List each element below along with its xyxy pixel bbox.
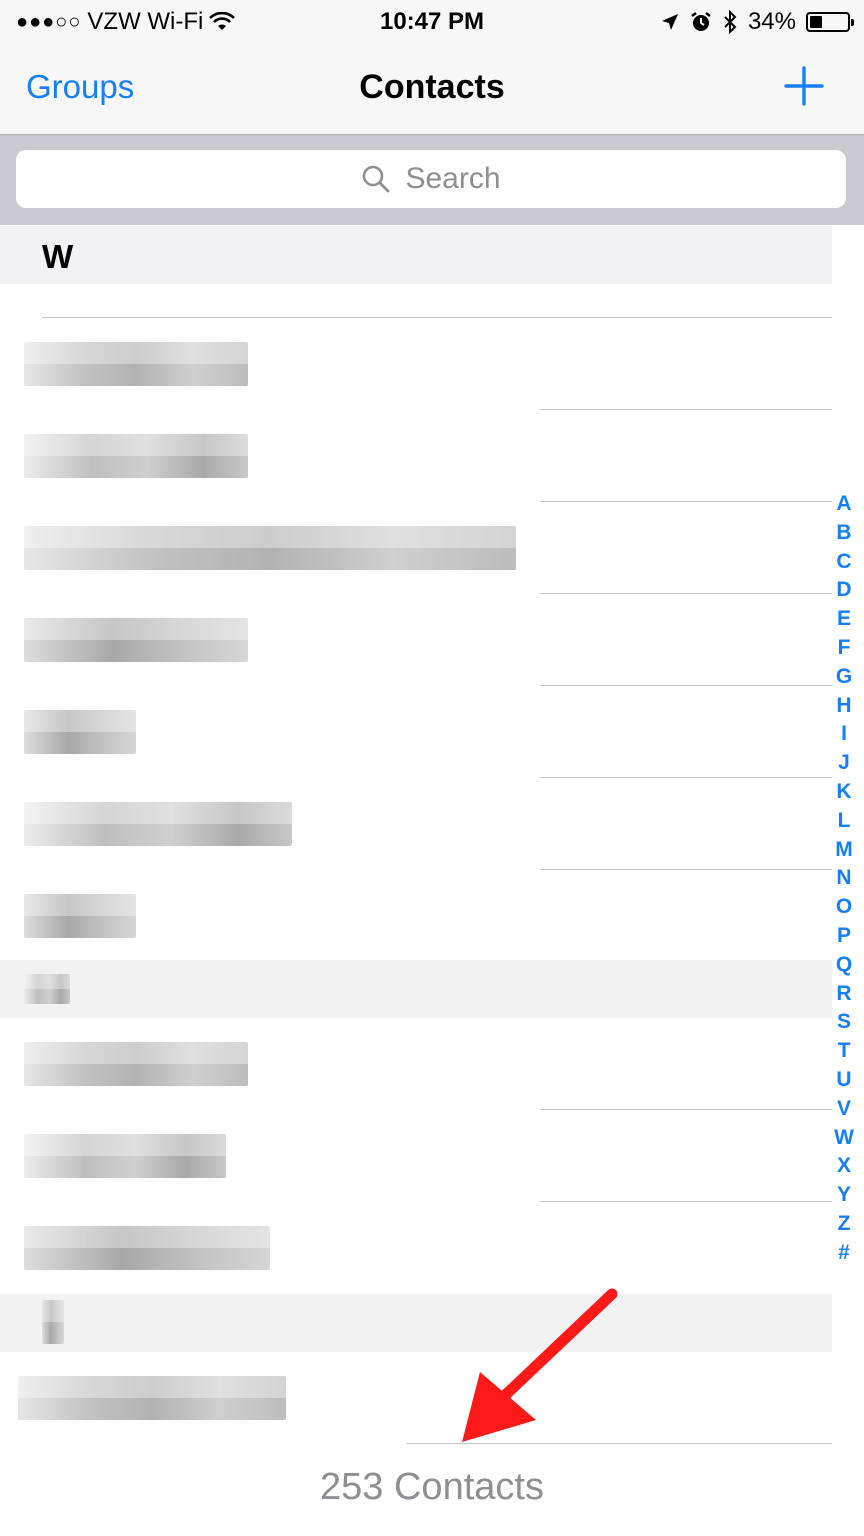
redacted-name [24,1226,270,1270]
list-item[interactable] [0,960,832,1018]
index-letter[interactable]: G [836,663,852,692]
battery-percent: 34% [747,8,796,35]
redacted-name [24,974,70,1004]
redacted-name [24,434,248,478]
index-letter[interactable]: R [836,980,851,1009]
redacted-name [24,710,136,754]
index-letter[interactable]: I [841,720,847,749]
index-letter[interactable]: # [838,1239,850,1268]
redacted-name [24,1134,226,1178]
index-letter[interactable]: H [836,692,851,721]
index-letter[interactable]: U [836,1066,851,1095]
index-letter[interactable]: E [837,605,851,634]
list-item[interactable] [0,870,832,962]
redacted-name [24,1042,248,1086]
index-letter[interactable]: O [836,893,852,922]
list-item[interactable] [0,1202,832,1294]
index-letter[interactable]: C [836,548,851,577]
page-title: Contacts [359,68,505,106]
list-item[interactable] [0,502,832,594]
index-letter[interactable]: J [838,749,850,778]
bluetooth-icon [724,10,737,34]
index-letter[interactable]: L [838,807,851,836]
index-letter[interactable]: P [837,922,851,951]
section-letter: W [42,238,74,275]
index-letter[interactable]: X [837,1152,851,1181]
redacted-name [24,894,136,938]
list-item[interactable] [0,318,832,410]
index-letter[interactable]: A [836,490,851,519]
location-icon [661,14,678,30]
redacted-name [24,802,292,846]
list-item[interactable] [0,410,832,502]
section-header: W [0,226,832,284]
index-letter[interactable]: Q [836,951,852,980]
search-placeholder: Search [405,162,501,195]
redacted-name [42,1300,64,1344]
contacts-count: 253 Contacts [320,1466,544,1508]
redacted-name [24,618,248,662]
status-right: 34% [660,8,854,36]
list-item[interactable] [0,1018,832,1110]
index-letter[interactable]: T [838,1037,851,1066]
alarm-icon [691,12,711,31]
list-item[interactable] [0,686,832,778]
index-letter[interactable]: V [837,1095,851,1124]
list-item[interactable] [0,1352,832,1444]
navigation-bar: Groups Contacts [0,44,864,135]
red-arrow-annotation [462,1288,618,1442]
status-bar: ●●●○○ VZW Wi-Fi 10:47 PM 34% [0,0,864,44]
battery-icon [806,12,854,32]
index-letter[interactable]: N [836,864,851,893]
redacted-name [18,1376,286,1420]
list-item[interactable] [0,778,832,870]
index-letter[interactable]: F [838,634,851,663]
search-icon [363,165,390,193]
alphabet-index[interactable]: A B C D E F G H I J K L M N O P Q R S T … [830,490,858,1268]
list-item[interactable] [0,1294,832,1352]
redacted-name [24,342,248,386]
index-letter[interactable]: K [836,778,851,807]
search-input[interactable]: Search [16,150,846,208]
index-letter[interactable]: Y [837,1181,851,1210]
plus-icon[interactable] [784,66,824,106]
index-letter[interactable]: W [834,1124,854,1153]
index-letter[interactable]: B [836,519,851,548]
index-letter[interactable]: D [836,576,851,605]
index-letter[interactable]: S [837,1008,851,1037]
index-letter[interactable]: M [835,836,853,865]
index-letter[interactable]: Z [838,1210,851,1239]
search-area: Search [0,135,864,225]
list-item[interactable] [0,594,832,686]
list-item[interactable] [0,1110,832,1202]
redacted-name [24,526,516,570]
